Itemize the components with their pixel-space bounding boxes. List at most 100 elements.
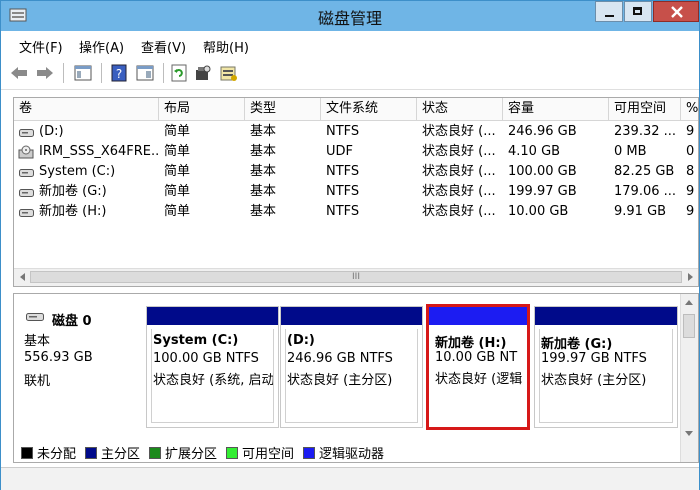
volume-row[interactable]: System (C:) 简单 基本 NTFS 状态良好 (... 100.00 … bbox=[14, 162, 698, 182]
column-volume[interactable]: 卷 bbox=[14, 98, 159, 120]
legend-label: 主分区 bbox=[101, 447, 141, 462]
volume-capacity: 199.97 GB bbox=[508, 184, 577, 199]
settings-icon bbox=[196, 65, 211, 80]
column-percent-free[interactable]: % bbox=[681, 98, 698, 120]
volume-type: 基本 bbox=[250, 204, 277, 219]
disk-icon bbox=[26, 313, 44, 321]
volume-layout: 简单 bbox=[164, 184, 191, 199]
partition-status: 状态良好 (主分区) bbox=[541, 373, 647, 388]
volume-type: 基本 bbox=[250, 144, 277, 159]
legend-label: 可用空间 bbox=[242, 447, 295, 462]
column-free-space[interactable]: 可用空间 bbox=[609, 98, 681, 120]
volume-filesystem: NTFS bbox=[326, 164, 360, 179]
horizontal-scrollbar[interactable]: III bbox=[14, 268, 698, 286]
title-bar[interactable]: 磁盘管理 bbox=[1, 1, 699, 31]
menu-action[interactable]: 操作(A) bbox=[79, 37, 124, 56]
volume-status: 状态良好 (... bbox=[422, 184, 496, 199]
column-status[interactable]: 状态 bbox=[417, 98, 503, 120]
close-icon bbox=[671, 6, 683, 18]
volume-percent-free: 8 bbox=[686, 164, 695, 179]
refresh-button[interactable] bbox=[169, 63, 189, 83]
partition-c[interactable]: System (C:) 100.00 GB NTFS 状态良好 (系统, 启动 bbox=[146, 306, 279, 428]
scrollbar-thumb[interactable]: III bbox=[30, 271, 682, 283]
volume-layout: 简单 bbox=[164, 144, 191, 159]
volume-layout: 简单 bbox=[164, 204, 191, 219]
legend-extended: 扩展分区 bbox=[149, 443, 217, 462]
console-tree-button[interactable] bbox=[73, 63, 93, 83]
volume-free-space: 9.91 GB bbox=[614, 204, 667, 219]
partition-g[interactable]: 新加卷 (G:) 199.97 GB NTFS 状态良好 (主分区) bbox=[534, 306, 678, 428]
legend-swatch bbox=[226, 446, 238, 459]
volume-status: 状态良好 (... bbox=[422, 204, 496, 219]
volume-status: 状态良好 (... bbox=[422, 144, 496, 159]
partition-status: 状态良好 (逻辑 bbox=[435, 372, 523, 387]
volume-free-space: 82.25 GB bbox=[614, 164, 675, 179]
volume-type: 基本 bbox=[250, 164, 277, 179]
column-filesystem[interactable]: 文件系统 bbox=[321, 98, 417, 120]
volume-name: 新加卷 (G:) bbox=[39, 184, 107, 199]
primary-partition-bar bbox=[147, 307, 278, 325]
volume-row[interactable]: (D:) 简单 基本 NTFS 状态良好 (... 246.96 GB 239.… bbox=[14, 122, 698, 142]
column-type[interactable]: 类型 bbox=[245, 98, 321, 120]
primary-partition-bar bbox=[535, 307, 677, 325]
legend-swatch bbox=[85, 446, 97, 459]
volume-layout: 简单 bbox=[164, 164, 191, 179]
volume-row[interactable]: 新加卷 (G:) 简单 基本 NTFS 状态良好 (... 199.97 GB … bbox=[14, 182, 698, 202]
partition-name: 新加卷 (H:) bbox=[435, 336, 507, 351]
maximize-icon bbox=[633, 7, 642, 15]
settings-button[interactable] bbox=[193, 63, 213, 83]
volume-filesystem: NTFS bbox=[326, 204, 360, 219]
volume-type: 基本 bbox=[250, 124, 277, 139]
drive-icon bbox=[19, 167, 34, 181]
column-capacity[interactable]: 容量 bbox=[503, 98, 609, 120]
volume-row[interactable]: IRM_SSS_X64FRE... 简单 基本 UDF 状态良好 (... 4.… bbox=[14, 142, 698, 162]
partition-size: 246.96 GB NTFS bbox=[287, 351, 393, 366]
partition-status: 状态良好 (主分区) bbox=[287, 373, 393, 388]
menu-view[interactable]: 查看(V) bbox=[141, 37, 186, 56]
pane-icon bbox=[136, 65, 154, 81]
volume-percent-free: 0 bbox=[686, 144, 695, 159]
column-layout[interactable]: 布局 bbox=[159, 98, 245, 120]
help-button[interactable]: ? bbox=[109, 63, 129, 83]
legend-swatch bbox=[149, 446, 161, 459]
back-button[interactable] bbox=[9, 63, 29, 83]
volume-name: IRM_SSS_X64FRE... bbox=[39, 144, 159, 159]
cd-drive-icon bbox=[18, 145, 34, 162]
volume-type: 基本 bbox=[250, 184, 277, 199]
partition-h-selected[interactable]: 新加卷 (H:) 10.00 GB NT 状态良好 (逻辑 bbox=[426, 304, 530, 430]
close-button[interactable] bbox=[653, 1, 699, 22]
legend-primary: 主分区 bbox=[85, 443, 140, 462]
partition-d[interactable]: (D:) 246.96 GB NTFS 状态良好 (主分区) bbox=[280, 306, 423, 428]
partition-legend: 未分配 主分区 扩展分区 可用空间 逻辑驱动器 bbox=[13, 439, 683, 462]
partition-size: 10.00 GB NT bbox=[435, 350, 518, 365]
volume-status: 状态良好 (... bbox=[422, 124, 496, 139]
disk-graphical-view: 磁盘 0 基本 556.93 GB 联机 System (C:) 100.00 … bbox=[13, 293, 699, 463]
forward-button[interactable] bbox=[35, 63, 55, 83]
volume-name: 新加卷 (H:) bbox=[39, 204, 107, 219]
drive-icon bbox=[19, 207, 34, 221]
partition-name: System (C:) bbox=[153, 333, 239, 348]
minimize-button[interactable] bbox=[595, 1, 623, 22]
properties-icon bbox=[220, 66, 237, 81]
scroll-left-icon bbox=[20, 273, 25, 281]
vertical-scrollbar[interactable] bbox=[680, 294, 698, 462]
legend-swatch bbox=[303, 446, 315, 459]
volume-layout: 简单 bbox=[164, 124, 191, 139]
menu-bar: 文件(F) 操作(A) 查看(V) 帮助(H) bbox=[1, 31, 699, 57]
maximize-button[interactable] bbox=[624, 1, 652, 22]
action-properties-button[interactable] bbox=[219, 63, 239, 83]
legend-swatch bbox=[21, 446, 33, 459]
menu-file[interactable]: 文件(F) bbox=[19, 37, 63, 56]
volume-filesystem: NTFS bbox=[326, 184, 360, 199]
volume-free-space: 0 MB bbox=[614, 144, 647, 159]
volume-capacity: 100.00 GB bbox=[508, 164, 577, 179]
volume-list-header: 卷 布局 类型 文件系统 状态 容量 可用空间 % bbox=[14, 98, 698, 121]
volume-percent-free: 9 bbox=[686, 184, 695, 199]
volume-row[interactable]: 新加卷 (H:) 简单 基本 NTFS 状态良好 (... 10.00 GB 9… bbox=[14, 202, 698, 222]
primary-partition-bar bbox=[281, 307, 422, 325]
properties-pane-button[interactable] bbox=[135, 63, 155, 83]
toolbar: ? bbox=[1, 57, 699, 90]
console-tree-icon bbox=[74, 65, 92, 81]
menu-help[interactable]: 帮助(H) bbox=[203, 37, 249, 56]
scrollbar-thumb[interactable] bbox=[683, 314, 695, 338]
